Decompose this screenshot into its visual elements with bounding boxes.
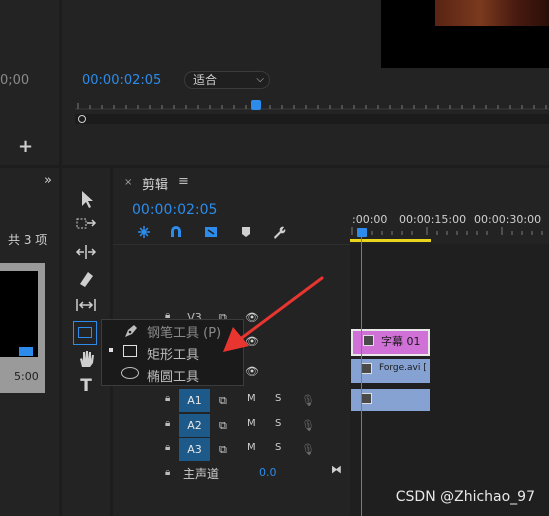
monitor-ruler[interactable] — [75, 96, 549, 110]
ruler-label-0: :00:00 — [352, 213, 388, 226]
lock-icon[interactable]: 🔒︎ — [165, 467, 170, 478]
sequence-icon — [19, 347, 33, 356]
type-tool-icon[interactable]: T — [74, 375, 98, 397]
ruler-label-30s: 00:00:30:00 — [474, 213, 542, 226]
master-track-label: 主声道 — [183, 467, 220, 481]
lock-icon[interactable]: 🔒︎ — [165, 442, 170, 453]
track-label[interactable]: A1 — [179, 389, 210, 412]
wrench-settings-icon[interactable] — [271, 224, 287, 240]
selected-indicator — [109, 348, 113, 352]
ellipse-icon — [121, 367, 139, 379]
sync-lock-icon[interactable]: ⧉ — [219, 419, 227, 433]
fx-badge-icon — [361, 393, 372, 404]
chevron-down-icon: ⌵ — [256, 74, 264, 85]
work-area-bar[interactable] — [350, 239, 431, 242]
monitor-timecode[interactable]: 00:00:02:05 — [82, 73, 161, 88]
pen-icon — [125, 325, 137, 337]
solo-button[interactable]: S — [275, 418, 281, 429]
fx-badge-icon — [361, 363, 372, 374]
fit-dropdown-label: 适合 — [193, 73, 218, 87]
lock-icon[interactable]: 🔒︎ — [165, 393, 170, 404]
monitor-zoom-scrollbar[interactable] — [75, 114, 549, 124]
track-label[interactable]: A3 — [179, 438, 210, 461]
playhead-line — [361, 237, 362, 516]
mute-button[interactable]: M — [247, 442, 256, 453]
nest-sequence-icon[interactable] — [136, 224, 152, 240]
track-row-a1: 🔒︎ A1 ⧉ M S 🎙︎ — [113, 389, 350, 412]
video-preview — [381, 0, 549, 68]
track-row-a2: 🔒︎ A2 ⧉ M S 🎙︎ — [113, 414, 350, 437]
project-item-count: 共 3 项 — [8, 233, 48, 247]
ruler-label-15s: 00:00:15:00 — [399, 213, 467, 226]
annotation-arrow — [223, 276, 324, 352]
subtitle-clip[interactable]: 字幕 01 — [351, 329, 430, 356]
close-panel-button[interactable]: × — [124, 177, 132, 188]
menu-item-label: 矩形工具 — [147, 348, 200, 363]
track-select-tool-icon[interactable] — [74, 213, 98, 235]
rectangle-icon — [123, 345, 137, 357]
rectangle-icon — [78, 327, 92, 338]
expand-track-icon[interactable]: ⧓ — [331, 463, 342, 476]
microphone-icon[interactable]: 🎙︎ — [301, 443, 315, 456]
track-label[interactable]: A2 — [179, 414, 210, 437]
microphone-icon[interactable]: 🎙︎ — [301, 394, 315, 407]
microphone-icon[interactable]: 🎙︎ — [301, 419, 315, 432]
slip-tool-icon[interactable] — [74, 294, 98, 316]
timeline-timecode[interactable]: 00:00:02:05 — [132, 202, 217, 218]
add-marker-icon[interactable] — [238, 224, 254, 240]
master-track-row: 🔒︎ 主声道 0.0 ⧓ — [113, 463, 350, 483]
linked-selection-icon[interactable] — [203, 224, 219, 240]
clip-label: 字幕 01 — [381, 335, 421, 348]
header-divider — [113, 244, 350, 245]
menu-item-label: 钢笔工具 (P) — [147, 326, 222, 341]
monitor-playhead[interactable] — [251, 100, 261, 110]
add-button[interactable]: + — [18, 136, 33, 157]
rectangle-tool-button[interactable] — [73, 321, 97, 345]
audio-clip[interactable] — [351, 389, 430, 411]
clip-label: Forge.avi [ — [379, 363, 427, 373]
panel-overflow-button[interactable]: » — [44, 173, 52, 188]
solo-button[interactable]: S — [275, 393, 281, 404]
panel-menu-icon[interactable]: ≡ — [178, 174, 189, 189]
razor-tool-icon[interactable] — [74, 268, 98, 290]
lock-icon[interactable]: 🔒︎ — [165, 418, 170, 429]
fx-badge-icon — [363, 335, 374, 346]
watermark-text: CSDN @Zhichao_97 — [395, 489, 535, 505]
menu-item-ellipse-tool[interactable]: 椭圆工具 — [102, 364, 243, 385]
track-row-a3: 🔒︎ A3 ⧉ M S 🎙︎ — [113, 438, 350, 461]
sync-lock-icon[interactable]: ⧉ — [219, 394, 227, 408]
thumbnail-duration: 5:00 — [14, 370, 39, 383]
menu-item-label: 椭圆工具 — [147, 370, 200, 385]
solo-button[interactable]: S — [275, 442, 281, 453]
program-timecode: 0;00 — [0, 73, 30, 88]
eye-icon[interactable]: 👁︎ — [245, 365, 259, 378]
selection-tool-icon[interactable] — [74, 188, 98, 210]
hand-tool-icon[interactable] — [74, 348, 98, 370]
snap-magnet-icon[interactable] — [168, 224, 184, 240]
video-clip[interactable]: Forge.avi [ — [351, 359, 430, 383]
mute-button[interactable]: M — [247, 393, 256, 404]
fit-dropdown[interactable]: 适合 ⌵ — [184, 71, 270, 89]
mute-button[interactable]: M — [247, 418, 256, 429]
timeline-playhead[interactable] — [357, 228, 367, 237]
sync-lock-icon[interactable]: ⧉ — [219, 443, 227, 457]
ripple-edit-tool-icon[interactable] — [74, 241, 98, 263]
timeline-ruler-ticks — [351, 227, 543, 235]
master-volume-value[interactable]: 0.0 — [259, 466, 277, 479]
sequence-tab-title[interactable]: 剪辑 — [142, 174, 168, 193]
